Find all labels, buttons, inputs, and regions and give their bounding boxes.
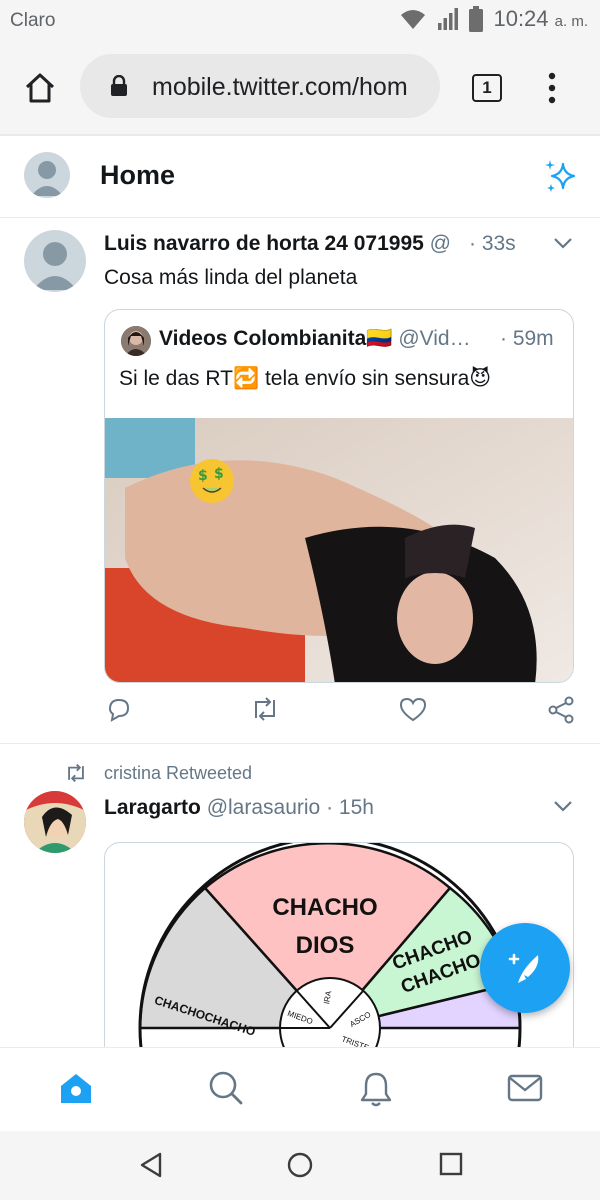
signal-icon	[438, 8, 459, 30]
address-bar[interactable]: mobile.twitter.com/hom	[80, 54, 440, 118]
carrier-label: Claro	[10, 10, 56, 31]
compose-icon	[508, 953, 539, 983]
like-icon[interactable]	[399, 696, 427, 722]
quote-author-handle: @Vid…	[398, 327, 471, 350]
sparkle-icon[interactable]	[542, 158, 580, 196]
messages-icon[interactable]	[507, 1070, 543, 1106]
android-recents-icon[interactable]	[438, 1151, 464, 1177]
quote-time: · 59m	[500, 327, 554, 350]
page-title: Home	[100, 160, 176, 190]
share-icon[interactable]	[547, 696, 575, 724]
svg-text:$: $	[214, 466, 224, 482]
chevron-down-icon[interactable]	[552, 799, 574, 813]
tweet-time: · 15h	[326, 796, 374, 819]
battery-icon	[469, 6, 484, 32]
author-handle: @	[429, 232, 451, 255]
user-avatar[interactable]	[24, 152, 70, 198]
home-icon[interactable]	[22, 70, 58, 106]
author-name[interactable]: Luis navarro de horta 24 071995	[104, 232, 424, 255]
quote-author-line: Videos Colombianita🇨🇴 @Vid…	[159, 327, 489, 351]
tweet-text: Cosa más linda del planeta	[104, 266, 358, 289]
more-vert-icon[interactable]	[544, 70, 560, 106]
android-back-icon[interactable]	[138, 1151, 164, 1179]
status-bar: Claro 10:24 a. m.	[0, 0, 600, 42]
status-icons: 10:24 a. m.	[399, 6, 588, 32]
tweet-avatar[interactable]	[24, 230, 86, 292]
tweet-avatar[interactable]	[24, 791, 86, 853]
svg-text:$: $	[198, 468, 208, 484]
quoted-tweet[interactable]: Videos Colombianita🇨🇴 @Vid… · 59m Si le …	[104, 309, 574, 683]
browser-toolbar: mobile.twitter.com/hom 1	[0, 42, 600, 134]
compose-tweet-button[interactable]	[480, 923, 570, 1013]
notifications-icon[interactable]	[358, 1070, 394, 1108]
quote-avatar	[121, 326, 151, 356]
chevron-down-icon[interactable]	[552, 236, 574, 250]
tab-switcher-icon[interactable]: 1	[472, 74, 502, 102]
timeline-header: Home	[0, 134, 600, 218]
bottom-navigation	[0, 1047, 600, 1131]
android-navigation-bar	[0, 1131, 600, 1200]
retweet-icon	[68, 763, 84, 783]
reply-icon[interactable]	[106, 696, 132, 722]
default-avatar-icon	[31, 161, 63, 196]
avatar-illustration	[24, 791, 86, 853]
home-icon[interactable]	[58, 1070, 94, 1106]
quote-photo[interactable]: $ $	[105, 418, 573, 682]
wheel-label-top: CHACHO DIOS	[272, 894, 378, 959]
search-icon[interactable]	[208, 1070, 244, 1106]
retweet-note[interactable]: cristina Retweeted	[104, 763, 252, 784]
status-clock: 10:24 a. m.	[493, 6, 588, 31]
retweet-icon[interactable]	[250, 696, 280, 722]
quote-avatar-photo	[121, 326, 151, 356]
url-text: mobile.twitter.com/hom	[152, 73, 408, 101]
default-avatar-icon	[33, 242, 77, 290]
tweet-actions	[0, 696, 600, 736]
wifi-icon	[401, 10, 426, 29]
lock-icon	[111, 75, 127, 96]
tweet-author-line: Laragarto @larasaurio · 15h	[104, 796, 544, 820]
tab-count: 1	[482, 78, 492, 97]
quote-photo-image	[105, 418, 573, 682]
money-face-emoji: $ $	[190, 459, 234, 503]
tweet-time: · 33s	[469, 232, 516, 255]
quote-author-name: Videos Colombianita🇨🇴	[159, 327, 393, 350]
author-name[interactable]: Laragarto	[104, 796, 201, 819]
tweet-author-line: Luis navarro de horta 24 071995 @	[104, 232, 524, 256]
quote-text: Si le das RT🔁 tela envío sin sensura😈	[119, 367, 492, 390]
android-home-icon[interactable]	[286, 1151, 314, 1179]
tweet[interactable]: Luis navarro de horta 24 071995 @ · 33s …	[0, 218, 600, 744]
author-handle: @larasaurio	[206, 796, 321, 819]
